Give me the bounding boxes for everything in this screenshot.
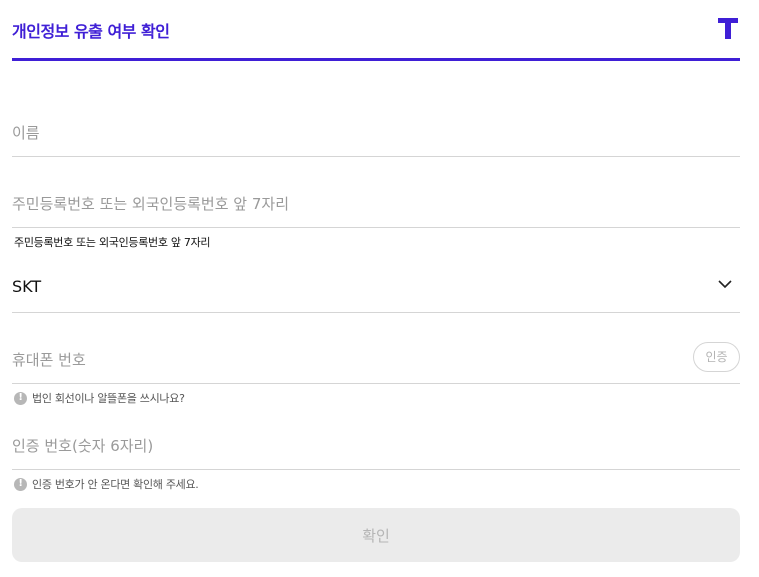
info-icon: !: [14, 391, 27, 405]
carrier-select[interactable]: SKT: [12, 262, 740, 313]
logo-stem: [725, 18, 731, 39]
verify-button[interactable]: 인증: [693, 342, 740, 372]
name-input[interactable]: [12, 124, 612, 142]
phone-input[interactable]: [12, 351, 612, 369]
confirm-button[interactable]: 확인: [12, 508, 740, 562]
t-logo-icon: [718, 18, 738, 40]
page-header: 개인정보 유출 여부 확인: [12, 0, 740, 61]
code-not-received-hint-text: 인증 번호가 안 온다면 확인해 주세요.: [32, 478, 199, 491]
code-field: [12, 420, 740, 470]
corporate-line-hint-text: 법인 회선이나 알뜰폰을 쓰시나요?: [32, 392, 185, 405]
rrn-field: [12, 178, 740, 228]
name-field: [12, 106, 740, 157]
page-title: 개인정보 유출 여부 확인: [12, 22, 170, 41]
verification-code-input[interactable]: [12, 437, 612, 455]
code-not-received-hint[interactable]: ! 인증 번호가 안 온다면 확인해 주세요.: [14, 476, 199, 492]
rrn-input[interactable]: [12, 195, 612, 213]
phone-field: 인증: [12, 334, 740, 384]
chevron-down-icon: [718, 280, 732, 289]
carrier-selected-value: SKT: [12, 277, 42, 296]
corporate-line-hint[interactable]: ! 법인 회선이나 알뜰폰을 쓰시나요?: [14, 390, 185, 406]
rrn-hint: 주민등록번호 또는 외국인등록번호 앞 7자리: [14, 236, 211, 249]
info-icon: !: [14, 477, 27, 491]
